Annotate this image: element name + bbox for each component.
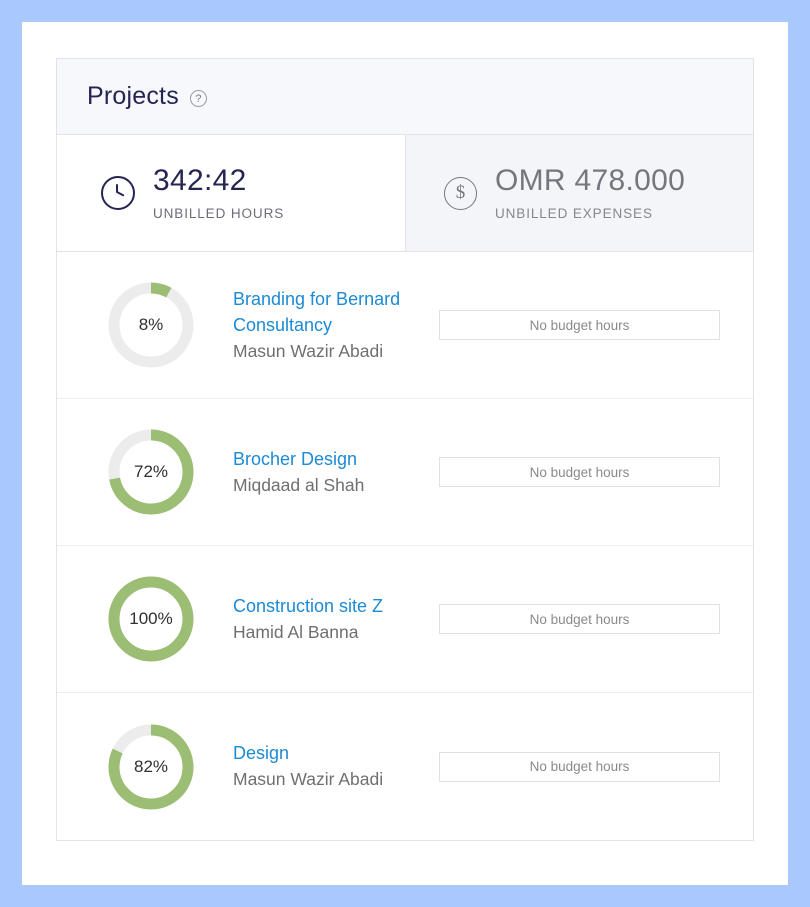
project-name-link[interactable]: Construction site Z bbox=[233, 593, 423, 619]
project-info: Branding for Bernard Consultancy Masun Wa… bbox=[233, 286, 423, 365]
page-title: Projects bbox=[87, 82, 179, 110]
stat-tab-group: 342:42 UNBILLED HOURS $ OMR 478.000 UNBI… bbox=[57, 135, 753, 252]
help-circle-icon[interactable]: ? bbox=[189, 90, 207, 107]
unbilled-expenses-label: UNBILLED EXPENSES bbox=[495, 205, 653, 221]
progress-percent: 82% bbox=[133, 756, 169, 776]
project-row[interactable]: 82% Design Masun Wazir Abadi No budget hour… bbox=[57, 693, 753, 840]
progress-percent: 8% bbox=[138, 315, 164, 334]
project-name-link[interactable]: Branding for Bernard Consultancy bbox=[233, 286, 423, 338]
progress-percent: 72% bbox=[133, 462, 169, 481]
project-client: Masun Wazir Abadi bbox=[233, 340, 384, 361]
card-header: Projects ? bbox=[57, 59, 753, 135]
project-row[interactable]: 72% Brocher Design Miqdaad al Shah No budge… bbox=[57, 399, 753, 546]
project-client: Hamid Al Banna bbox=[233, 621, 359, 642]
page-sheet: Projects ? 342:42 UNBILLED HOURS $ OMR 4… bbox=[22, 22, 788, 885]
unbilled-expenses-value: OMR 478.000 bbox=[495, 164, 686, 198]
dollar-circle-icon: $ bbox=[444, 176, 477, 210]
project-client: Masun Wazir Abadi bbox=[233, 769, 384, 790]
budget-hours-box: No budget hours bbox=[439, 604, 720, 634]
project-name-link[interactable]: Design bbox=[233, 740, 423, 766]
budget-hours-box: No budget hours bbox=[439, 457, 720, 487]
project-row[interactable]: 8% Branding for Bernard Consultancy Masun … bbox=[57, 252, 753, 399]
project-info: Construction site Z Hamid Al Banna bbox=[233, 593, 423, 645]
project-info: Brocher Design Miqdaad al Shah bbox=[233, 446, 423, 498]
progress-donut: 100% bbox=[105, 573, 197, 665]
project-name-link[interactable]: Brocher Design bbox=[233, 446, 423, 472]
project-client: Miqdaad al Shah bbox=[233, 474, 365, 495]
unbilled-hours-label: UNBILLED HOURS bbox=[153, 205, 285, 221]
project-info: Design Masun Wazir Abadi bbox=[233, 740, 423, 792]
unbilled-hours-value: 342:42 bbox=[153, 164, 247, 198]
clock-icon bbox=[101, 176, 135, 210]
progress-donut: 82% bbox=[105, 721, 197, 813]
budget-hours-box: No budget hours bbox=[439, 310, 720, 340]
budget-hours-box: No budget hours bbox=[439, 751, 720, 782]
projects-card: Projects ? 342:42 UNBILLED HOURS $ OMR 4… bbox=[56, 58, 754, 841]
project-row[interactable]: 100% Construction site Z Hamid Al Banna No … bbox=[57, 546, 753, 693]
project-list: 8% Branding for Bernard Consultancy Masun … bbox=[57, 252, 753, 840]
progress-percent: 100% bbox=[129, 609, 173, 628]
stat-tab-unbilled-hours[interactable]: 342:42 UNBILLED HOURS bbox=[57, 135, 405, 251]
progress-donut: 8% bbox=[105, 279, 197, 371]
stat-tab-unbilled-expenses[interactable]: $ OMR 478.000 UNBILLED EXPENSES bbox=[405, 135, 753, 251]
progress-donut: 72% bbox=[105, 426, 197, 518]
